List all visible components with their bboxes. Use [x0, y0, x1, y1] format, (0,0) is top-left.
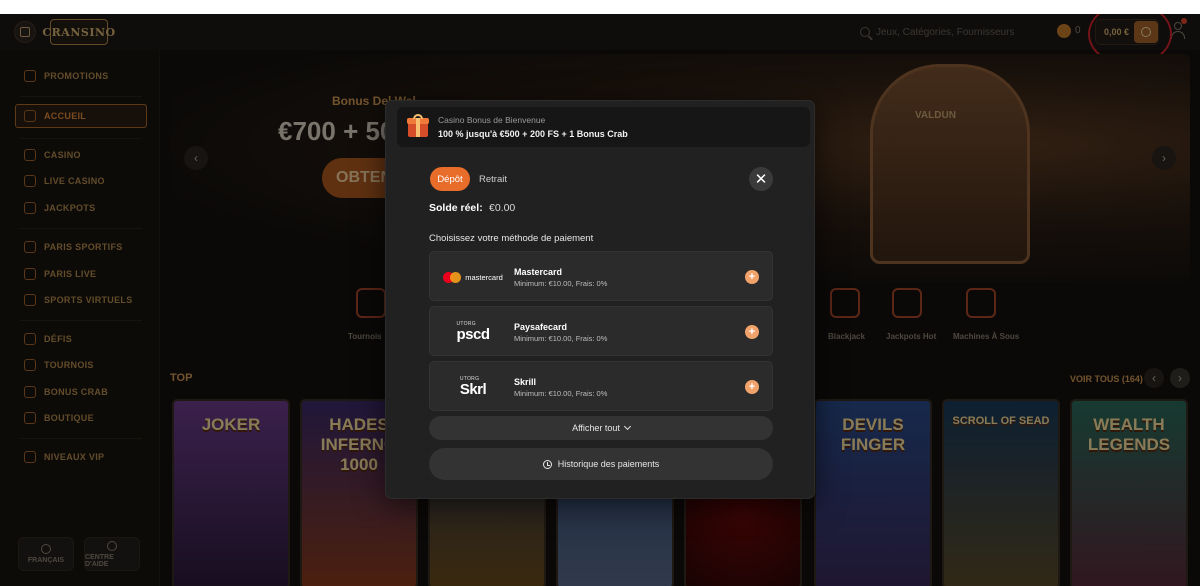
tab-retrait[interactable]: Retrait	[472, 167, 514, 191]
balance-label: Solde réel:	[429, 202, 483, 214]
payment-method-name: Paysafecard	[514, 322, 568, 332]
payment-history-label: Historique des paiements	[557, 459, 660, 469]
close-button[interactable]: ✕	[749, 167, 773, 191]
bonus-kicker: Casino Bonus de Bienvenue	[438, 115, 546, 125]
tab-depot[interactable]: Dépôt	[430, 167, 470, 191]
history-icon	[542, 459, 552, 469]
add-icon[interactable]: +	[745, 380, 759, 394]
payment-method-meta: Minimum: €10.00, Frais: 0%	[514, 279, 608, 288]
close-icon: ✕	[754, 171, 768, 188]
show-all-button[interactable]: Afficher tout	[429, 416, 773, 440]
mastercard-logo: mastercard	[440, 264, 506, 290]
payment-method-mastercard[interactable]: mastercard Mastercard Minimum: €10.00, F…	[429, 251, 773, 301]
payment-method-paysafecard[interactable]: UTORG pscd Paysafecard Minimum: €10.00, …	[429, 306, 773, 356]
balance-value: €0.00	[489, 202, 516, 214]
payment-method-heading: Choisissez votre méthode de paiement	[429, 233, 594, 244]
mastercard-circles-icon	[443, 271, 462, 283]
payment-method-name: Mastercard	[514, 267, 563, 277]
add-icon[interactable]: +	[745, 270, 759, 284]
skrill-logo: UTORG Skrl	[440, 374, 506, 400]
logo-brand-text: Skrl	[459, 381, 487, 398]
bonus-description: 100 % jusqu'à €500 + 200 FS + 1 Bonus Cr…	[438, 129, 628, 139]
payment-method-meta: Minimum: €10.00, Frais: 0%	[514, 334, 608, 343]
chevron-down-icon	[623, 422, 631, 431]
casino-app: CRANSINO Jeux, Catégories, Fournisseurs …	[0, 14, 1200, 586]
payment-method-name: Skrill	[514, 377, 537, 387]
mastercard-logo-text: mastercard	[465, 272, 503, 282]
payment-method-meta: Minimum: €10.00, Frais: 0%	[514, 389, 608, 398]
paysafecard-logo: UTORG pscd	[440, 319, 506, 345]
show-all-label: Afficher tout	[572, 423, 620, 433]
payment-history-button[interactable]: Historique des paiements	[429, 448, 773, 480]
top-white-strip	[0, 0, 1200, 14]
gift-icon	[407, 114, 429, 138]
welcome-bonus-banner[interactable]: Casino Bonus de Bienvenue 100 % jusqu'à …	[397, 107, 810, 147]
logo-brand-text: pscd	[456, 326, 490, 343]
payment-modal: Casino Bonus de Bienvenue 100 % jusqu'à …	[385, 100, 815, 499]
payment-method-skrill[interactable]: UTORG Skrl Skrill Minimum: €10.00, Frais…	[429, 361, 773, 411]
add-icon[interactable]: +	[745, 325, 759, 339]
